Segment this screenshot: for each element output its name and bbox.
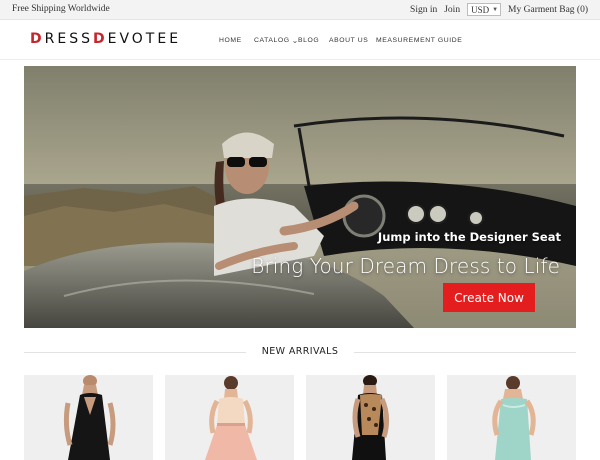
- currency-value: USD: [471, 4, 490, 15]
- product-grid: [24, 375, 576, 460]
- sign-in-link[interactable]: Sign in: [410, 5, 437, 15]
- site-logo[interactable]: D RESS D EVOTEE: [30, 31, 181, 47]
- product-card[interactable]: [306, 375, 435, 460]
- main-nav: HOME CATALOG ⌄ BLOG ABOUT US MEASUREMENT …: [219, 36, 462, 45]
- nav-about-us[interactable]: ABOUT US: [329, 36, 376, 45]
- logo-mark-d: D: [30, 31, 45, 47]
- product-card[interactable]: [165, 375, 294, 460]
- join-link[interactable]: Join: [444, 5, 460, 15]
- nav-catalog[interactable]: CATALOG ⌄: [254, 36, 298, 45]
- hero-banner[interactable]: Jump into the Designer Seat Bring Your D…: [24, 66, 576, 328]
- logo-mark-d2: D: [92, 31, 108, 47]
- blush-pink-dress-image: [205, 376, 257, 460]
- site-header: D RESS D EVOTEE HOME CATALOG ⌄ BLOG ABOUT…: [0, 20, 600, 60]
- nav-home-label: HOME: [219, 37, 242, 44]
- logo-text-1: RESS: [44, 31, 93, 47]
- black-halter-dress-image: [63, 375, 116, 460]
- logo-text-2: EVOTEE: [107, 31, 182, 47]
- hero-title: Bring Your Dream Dress to Life: [251, 254, 560, 278]
- create-now-button[interactable]: Create Now: [443, 283, 535, 312]
- nav-measurement-label: MEASUREMENT GUIDE: [376, 37, 463, 44]
- mint-strapless-dress-image: [492, 376, 536, 460]
- account-links: Sign in Join USD ▼ My Garment Bag (0): [410, 3, 588, 16]
- nav-blog[interactable]: BLOG: [298, 36, 329, 45]
- nav-home[interactable]: HOME: [219, 36, 254, 45]
- chevron-down-icon: ▼: [492, 6, 499, 13]
- new-arrivals-heading: NEW ARRIVALS: [261, 346, 339, 357]
- product-card[interactable]: [447, 375, 576, 460]
- product-card[interactable]: [24, 375, 153, 460]
- currency-select[interactable]: USD ▼: [467, 3, 502, 16]
- nav-about-label: ABOUT US: [329, 37, 369, 44]
- leopard-black-dress-image: [352, 375, 390, 460]
- nav-blog-label: BLOG: [298, 37, 320, 44]
- hero-subtitle: Jump into the Designer Seat: [377, 230, 561, 244]
- free-shipping-text: Free Shipping Worldwide: [12, 4, 110, 14]
- garment-bag-link[interactable]: My Garment Bag (0): [508, 5, 588, 15]
- nav-measurement-guide[interactable]: MEASUREMENT GUIDE: [376, 36, 462, 45]
- top-utility-bar: Free Shipping Worldwide Sign in Join USD…: [0, 0, 600, 20]
- nav-catalog-label: CATALOG: [254, 37, 290, 44]
